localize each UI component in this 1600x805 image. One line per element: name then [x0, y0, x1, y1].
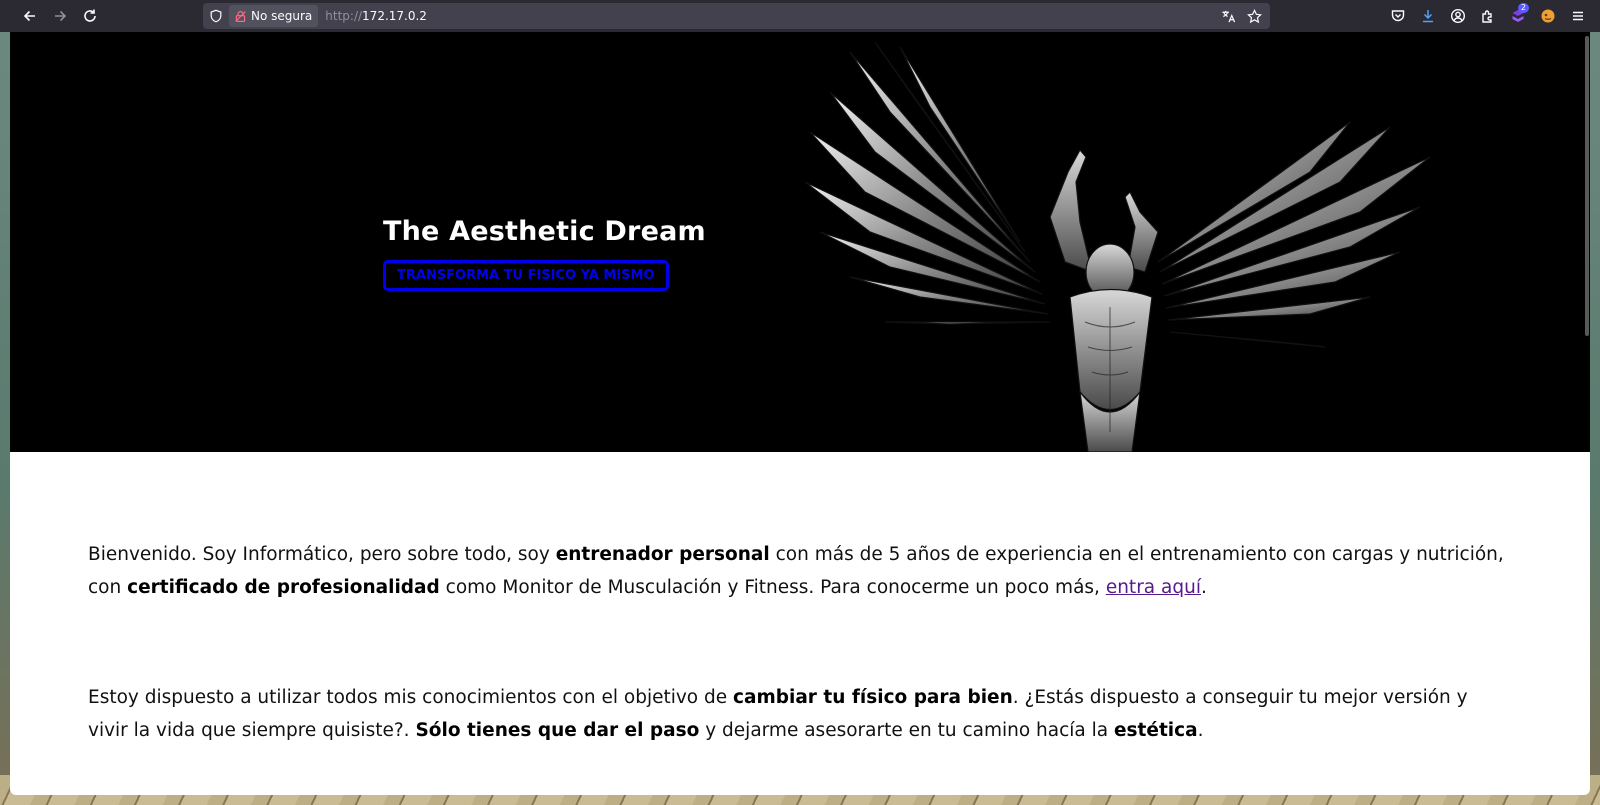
menu-icon[interactable]: [1564, 2, 1592, 30]
forward-button[interactable]: [45, 1, 75, 31]
transform-cta-button[interactable]: TRANSFORMA TU FISICO YA MISMO: [383, 260, 669, 291]
profile-avatar-icon[interactable]: [1534, 2, 1562, 30]
url-host: 172.17.0.2: [362, 9, 427, 23]
hero-scrollbar[interactable]: [1582, 32, 1590, 452]
hero-title: The Aesthetic Dream: [383, 216, 706, 247]
extensions-icon[interactable]: [1474, 2, 1502, 30]
p1-text-3: como Monitor de Musculación y Fitness. P…: [439, 577, 1106, 598]
about-link[interactable]: entra aquí: [1106, 577, 1201, 598]
url-scheme: http://: [325, 9, 363, 23]
bookmark-star-icon[interactable]: [1244, 6, 1264, 26]
intro-paragraph-1: Bienvenido. Soy Informático, pero sobre …: [88, 538, 1512, 604]
p2-text-1: Estoy dispuesto a utilizar todos mis con…: [88, 687, 734, 708]
arrow-right-icon: [55, 10, 67, 22]
back-button[interactable]: [15, 1, 45, 31]
p2-text-3: y dejarme asesorarte en tu camino hacía …: [699, 720, 1114, 741]
p1-bold-2: certificado de profesionalidad: [127, 577, 440, 598]
translate-icon[interactable]: [1218, 6, 1238, 26]
insecure-lock-icon: [235, 10, 246, 22]
downloads-icon[interactable]: [1414, 2, 1442, 30]
p2-bold-2: Sólo tienes que dar el paso: [415, 720, 700, 741]
extension-badge: 2: [1517, 3, 1529, 13]
url-text[interactable]: http://172.17.0.2: [325, 9, 427, 23]
hero-banner: The Aesthetic Dream TRANSFORMA TU FISICO…: [10, 32, 1590, 452]
p1-text-1: Bienvenido. Soy Informático, pero sobre …: [88, 544, 556, 565]
security-label: No segura: [251, 9, 313, 23]
hero-text-block: The Aesthetic Dream TRANSFORMA TU FISICO…: [383, 216, 706, 291]
p2-bold-1: cambiar tu físico para bien: [733, 687, 1013, 708]
scrollbar-thumb[interactable]: [1585, 36, 1589, 336]
account-icon[interactable]: [1444, 2, 1472, 30]
connection-security-indicator[interactable]: No segura: [229, 5, 319, 27]
reload-icon: [84, 9, 96, 22]
winged-figure-image: [804, 41, 1431, 452]
p1-text-4: .: [1200, 577, 1207, 598]
address-bar[interactable]: No segura http://172.17.0.2: [203, 3, 1270, 29]
p1-bold-1: entrenador personal: [555, 544, 770, 565]
web-page: The Aesthetic Dream TRANSFORMA TU FISICO…: [10, 32, 1590, 795]
intro-paragraph-2: Estoy dispuesto a utilizar todos mis con…: [88, 681, 1512, 747]
browser-toolbar: No segura http://172.17.0.2 2: [0, 0, 1600, 32]
arrow-left-icon: [23, 10, 35, 22]
p2-bold-3: estética: [1114, 720, 1198, 741]
p2-text-4: .: [1197, 720, 1204, 741]
intro-content: Bienvenido. Soy Informático, pero sobre …: [10, 452, 1590, 747]
pocket-icon[interactable]: [1384, 2, 1412, 30]
reload-button[interactable]: [75, 1, 105, 31]
tracking-shield-icon[interactable]: [203, 9, 229, 23]
extension-addon-icon[interactable]: 2: [1504, 2, 1532, 30]
